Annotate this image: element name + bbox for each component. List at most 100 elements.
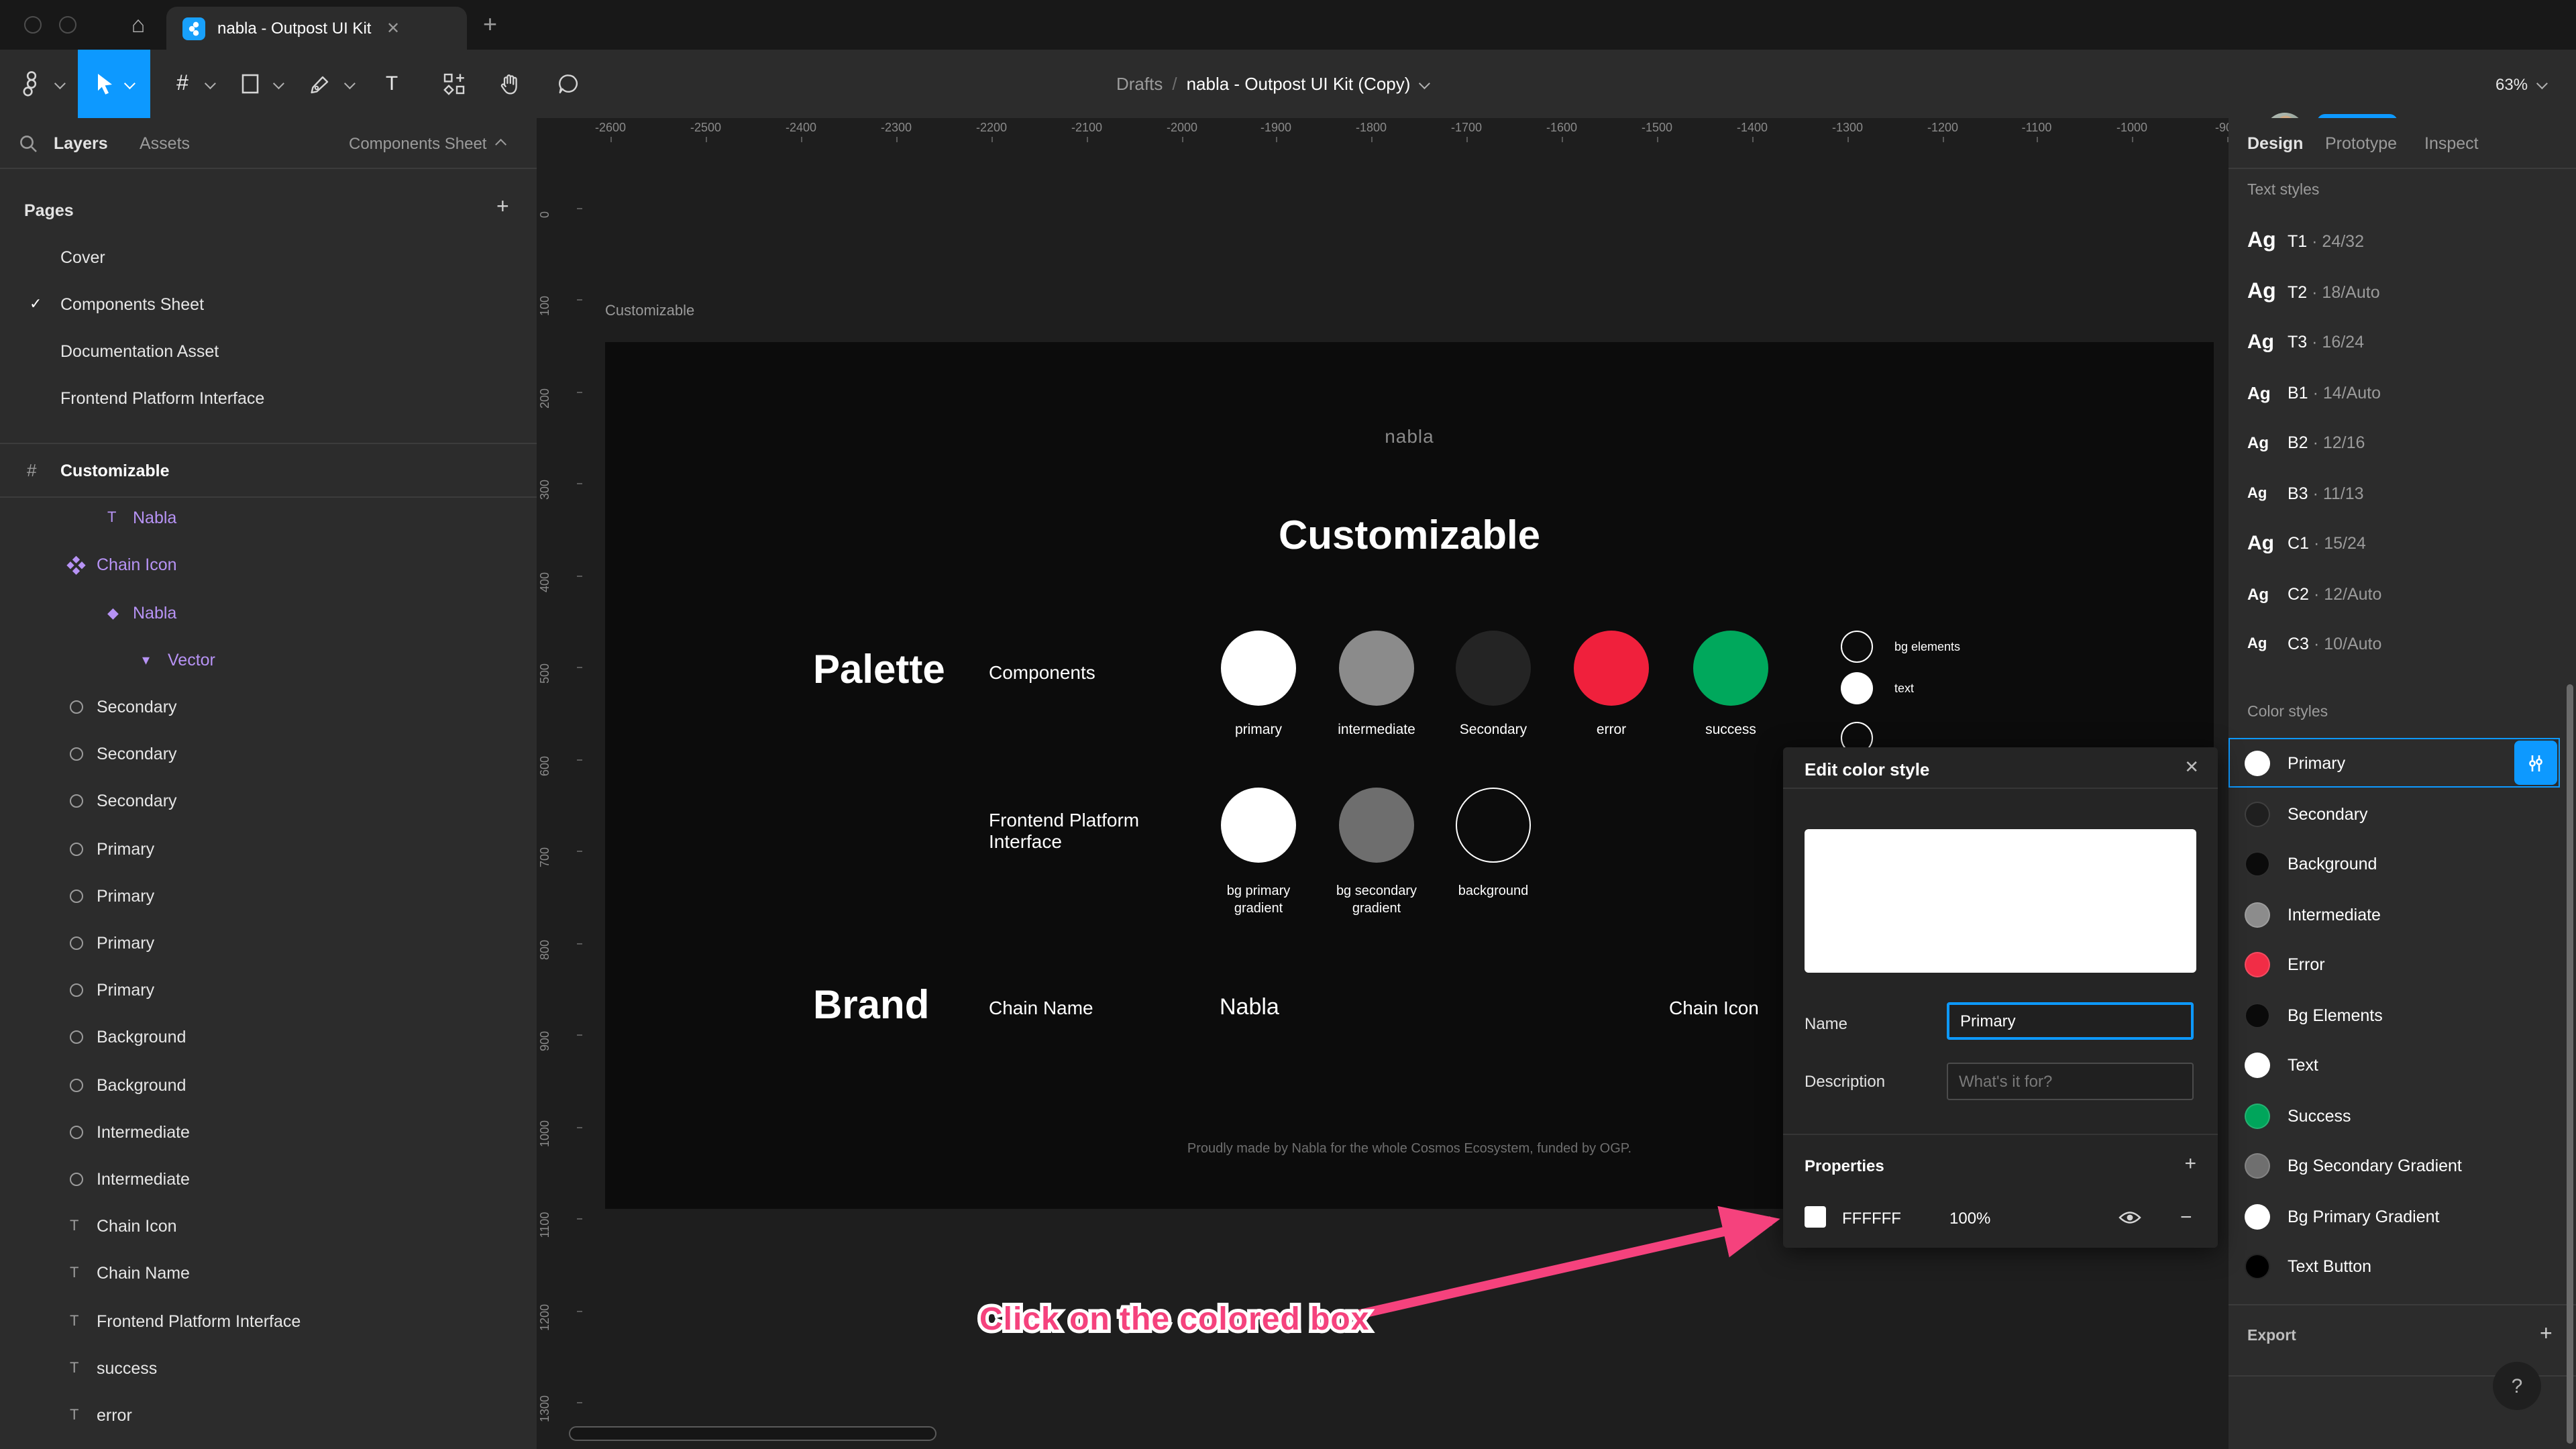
property-hex-value[interactable]: FFFFFF: [1842, 1209, 1901, 1228]
layer-row[interactable]: T Nabla: [0, 494, 537, 541]
dialog-close-icon[interactable]: ✕: [2184, 757, 2199, 778]
tab-design[interactable]: Design: [2247, 134, 2303, 153]
visibility-eye-icon[interactable]: [2118, 1209, 2141, 1226]
file-tab[interactable]: nabla - Outpost UI Kit (Copy) ✕: [166, 7, 467, 50]
color-preview[interactable]: [1805, 829, 2196, 973]
color-style-row[interactable]: Error: [2229, 939, 2560, 989]
layer-row[interactable]: Primary: [0, 825, 537, 872]
swatch-secondary[interactable]: [1456, 631, 1531, 706]
layer-row[interactable]: Chain Icon: [0, 541, 537, 588]
page-item-documentation-asset[interactable]: Documentation Asset: [0, 327, 537, 374]
text-style-row[interactable]: Ag C1 · 15/24: [2229, 518, 2560, 568]
layer-row[interactable]: Tsuccess: [0, 1344, 537, 1391]
color-style-row[interactable]: Bg Elements: [2229, 990, 2560, 1040]
text-style-row[interactable]: Ag B2 · 12/16: [2229, 417, 2560, 467]
layer-row[interactable]: T Chain Icon: [0, 1202, 537, 1249]
text-style-row[interactable]: Ag B1 · 14/Auto: [2229, 368, 2560, 417]
color-style-row[interactable]: Intermediate: [2229, 890, 2560, 939]
resources-tool-button[interactable]: [440, 50, 467, 118]
swatch-bg-elements[interactable]: [1841, 631, 1873, 663]
layer-row[interactable]: Background: [0, 1061, 537, 1108]
swatch-background[interactable]: [1456, 788, 1531, 863]
layer-row[interactable]: ◆ Nabla: [0, 589, 537, 636]
main-menu-button[interactable]: [13, 50, 48, 118]
tab-prototype[interactable]: Prototype: [2325, 134, 2397, 153]
text-style-row[interactable]: Ag T3 · 16/24: [2229, 317, 2560, 366]
property-color-box[interactable]: [1805, 1206, 1826, 1228]
layer-row[interactable]: Secondary: [0, 683, 537, 730]
window-control-icon[interactable]: [59, 16, 76, 34]
layer-row[interactable]: Primary: [0, 966, 537, 1013]
home-button[interactable]: ⌂: [118, 8, 158, 43]
shape-tool-button[interactable]: [236, 50, 263, 118]
swatch-bg-secondary-gradient[interactable]: [1339, 788, 1414, 863]
horizontal-scrollbar[interactable]: [569, 1426, 936, 1441]
pen-tool-chevron-icon[interactable]: [341, 50, 357, 118]
page-item-cover[interactable]: Cover: [0, 233, 537, 280]
swatch-text[interactable]: [1841, 672, 1873, 704]
move-tool-button[interactable]: [78, 50, 150, 118]
chain-name-value[interactable]: Nabla: [1220, 994, 1279, 1021]
swatch-success[interactable]: [1693, 631, 1768, 706]
help-button[interactable]: ?: [2493, 1362, 2541, 1410]
color-style-row[interactable]: Background: [2229, 839, 2560, 888]
swatch-bg-primary-gradient[interactable]: [1221, 788, 1296, 863]
color-style-row-primary[interactable]: Primary: [2229, 738, 2560, 788]
description-input[interactable]: [1947, 1063, 2194, 1100]
layer-row[interactable]: Primary: [0, 872, 537, 919]
tab-inspect[interactable]: Inspect: [2424, 134, 2479, 153]
color-style-row[interactable]: Secondary: [2229, 789, 2560, 839]
add-page-button[interactable]: +: [496, 196, 509, 220]
comment-tool-button[interactable]: [553, 50, 582, 118]
add-export-button[interactable]: +: [2540, 1323, 2553, 1347]
text-style-row[interactable]: Ag B3 · 11/13: [2229, 468, 2560, 518]
text-style-row[interactable]: Ag C2 · 12/Auto: [2229, 569, 2560, 619]
add-property-button[interactable]: +: [2184, 1152, 2196, 1175]
color-style-row[interactable]: Bg Secondary Gradient: [2229, 1140, 2560, 1190]
layer-row-frame-customizable[interactable]: # Customizable: [0, 443, 537, 498]
frame-tool-button[interactable]: #: [169, 50, 196, 118]
name-input[interactable]: [1947, 1002, 2194, 1040]
tab-close-icon[interactable]: ✕: [386, 19, 400, 38]
layer-row[interactable]: Primary: [0, 919, 537, 966]
swatch-error[interactable]: [1574, 631, 1649, 706]
color-style-row[interactable]: Text Button: [2229, 1241, 2560, 1291]
page-selector[interactable]: Components Sheet: [349, 134, 506, 153]
layer-row[interactable]: T Frontend Platform Interface: [0, 1297, 537, 1344]
search-icon[interactable]: [19, 134, 38, 153]
window-control-icon[interactable]: [24, 16, 42, 34]
text-style-row[interactable]: Ag T1 · 24/32: [2229, 216, 2560, 266]
text-tool-button[interactable]: T: [378, 50, 405, 118]
new-tab-button[interactable]: +: [483, 11, 497, 39]
layer-row[interactable]: ▾ Vector: [0, 636, 537, 683]
swatch-intermediate[interactable]: [1339, 631, 1414, 706]
frame-label[interactable]: Customizable: [605, 303, 694, 319]
color-style-row[interactable]: Bg Primary Gradient: [2229, 1191, 2560, 1241]
zoom-menu[interactable]: 63%: [2496, 50, 2548, 118]
layer-row[interactable]: T Chain Name: [0, 1249, 537, 1296]
color-style-row[interactable]: Text: [2229, 1040, 2560, 1089]
layer-row[interactable]: Background: [0, 1013, 537, 1060]
layer-row[interactable]: Secondary: [0, 730, 537, 777]
color-style-row[interactable]: Success: [2229, 1091, 2560, 1140]
hand-tool-button[interactable]: [495, 50, 525, 118]
swatch-primary[interactable]: [1221, 631, 1296, 706]
property-opacity-value[interactable]: 100%: [1949, 1209, 1990, 1228]
breadcrumb-folder[interactable]: Drafts: [1116, 74, 1163, 94]
page-item-frontend-platform-interface[interactable]: Frontend Platform Interface: [0, 374, 537, 421]
text-style-row[interactable]: Ag T2 · 18/Auto: [2229, 267, 2560, 317]
tab-assets[interactable]: Assets: [140, 134, 190, 153]
layer-row[interactable]: Intermediate: [0, 1155, 537, 1202]
layer-row[interactable]: Secondary: [0, 777, 537, 824]
pen-tool-button[interactable]: [306, 50, 333, 118]
layer-row[interactable]: Intermediate: [0, 1108, 537, 1155]
edit-style-button[interactable]: [2514, 741, 2557, 785]
shape-tool-chevron-icon[interactable]: [270, 50, 286, 118]
page-item-components-sheet[interactable]: ✓ Components Sheet: [0, 280, 537, 327]
remove-property-button[interactable]: −: [2180, 1206, 2192, 1229]
frame-tool-chevron-icon[interactable]: [201, 50, 217, 118]
breadcrumb-file-name[interactable]: nabla - Outpost UI Kit (Copy): [1187, 74, 1411, 94]
panel-scrollbar[interactable]: [2567, 684, 2573, 1444]
layer-row[interactable]: Terror: [0, 1391, 537, 1438]
file-menu-chevron-icon[interactable]: [1419, 77, 1431, 89]
